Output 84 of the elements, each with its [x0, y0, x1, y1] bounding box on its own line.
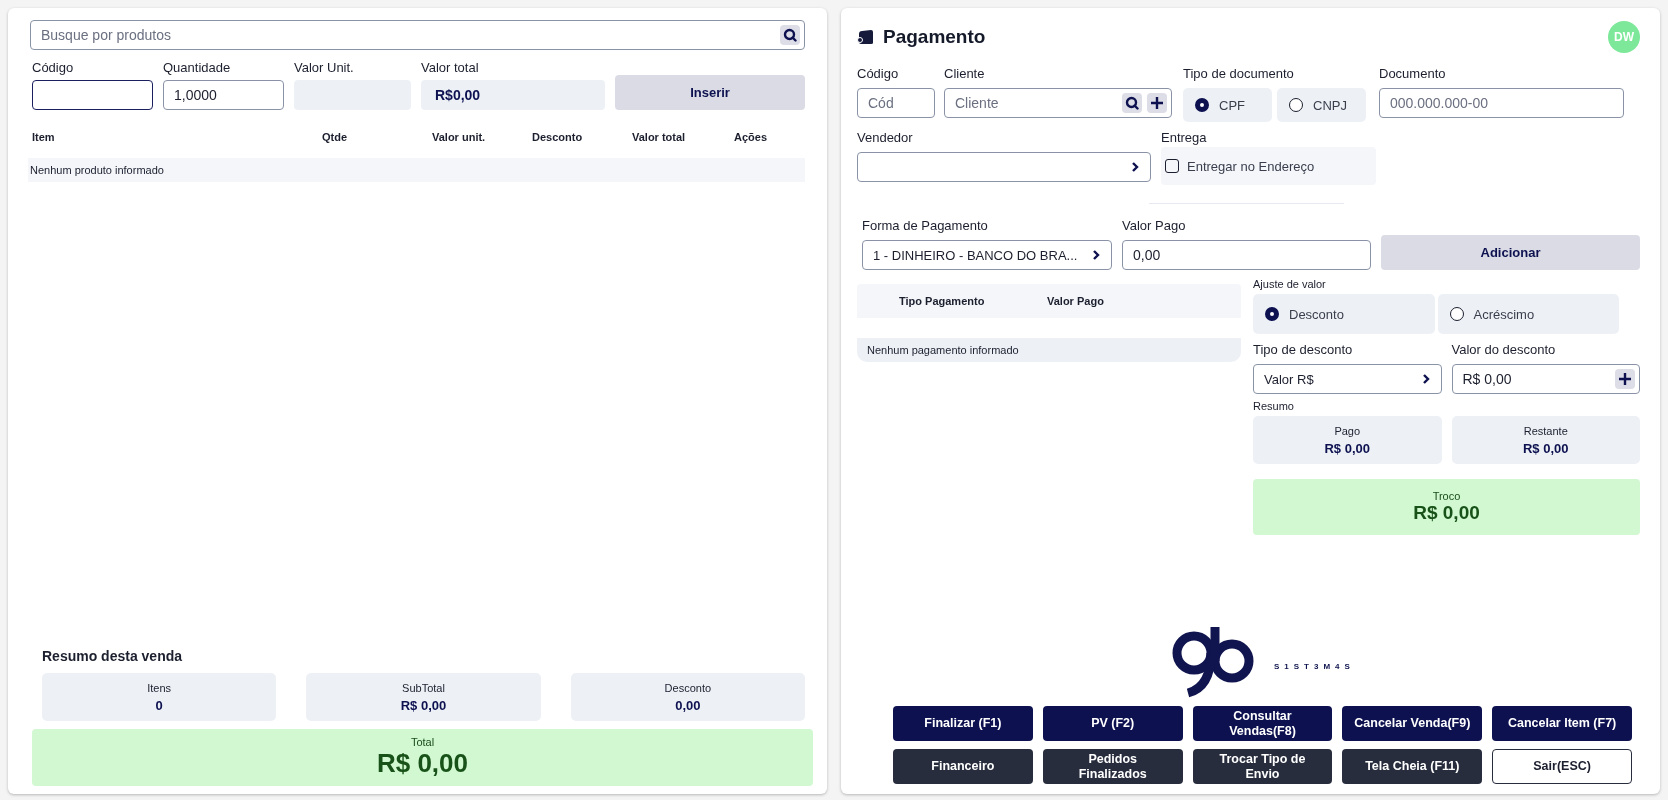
checkbox[interactable] [1165, 159, 1179, 173]
action-button[interactable]: Trocar Tipo de Envio [1192, 749, 1333, 784]
search-icon[interactable] [1125, 96, 1139, 110]
action-button[interactable]: Pedidos Finalizados [1042, 749, 1183, 784]
summary-label: Restante [1523, 424, 1568, 437]
radio-option[interactable]: Desconto [1253, 294, 1435, 334]
plus-icon[interactable] [1150, 96, 1164, 110]
column-header: Valor unit. [432, 131, 487, 143]
discount-value-field[interactable]: R$ 0,00 [1451, 364, 1640, 394]
section-title: Resumo desta venda [42, 648, 184, 664]
chevron-icon [1091, 249, 1101, 261]
summary-label: Itens [147, 681, 172, 694]
action-button[interactable]: PV (F2) [1042, 706, 1183, 741]
field-label: Forma de Pagamento [862, 218, 989, 233]
summary-label: SubTotal [402, 681, 445, 694]
column-header: Qtde [322, 131, 349, 143]
radio-button[interactable] [1449, 307, 1464, 321]
field-label: Tipo de documento [1183, 66, 1295, 81]
field-label: Valor Unit. [294, 60, 355, 75]
field-label: Entrega [1161, 130, 1208, 145]
chevron-icon [1420, 373, 1431, 385]
input-field[interactable]: 1,0000 [163, 80, 284, 110]
field-label: Vendedor [857, 130, 914, 145]
summary-value: 0,00 [675, 697, 701, 713]
total-label: Total [410, 736, 435, 748]
column-header: Ações [734, 131, 769, 143]
field-label: Documento [1379, 66, 1447, 81]
column-header: Tipo Pagamento [899, 295, 986, 307]
seller-select[interactable] [857, 152, 1151, 182]
radio-button[interactable] [1265, 307, 1279, 321]
column-header: Valor total [632, 131, 687, 143]
summary-label: Desconto [664, 681, 712, 694]
empty-table-message: Nenhum produto informado [28, 158, 805, 182]
radio-button[interactable] [1289, 98, 1303, 112]
field-label: Cliente [944, 66, 986, 81]
radio-option[interactable]: Acréscimo [1437, 294, 1619, 334]
action-button[interactable]: Financeiro [893, 749, 1033, 784]
field-label: Valor total [421, 60, 480, 75]
column-header: Valor Pago [1047, 295, 1104, 307]
plus-icon[interactable] [1618, 372, 1632, 386]
field-label: Tipo de desconto [1253, 342, 1354, 357]
discount-type-select[interactable]: Valor R$ [1253, 364, 1442, 394]
input-field[interactable] [32, 80, 153, 110]
action-button[interactable]: Cancelar Item (F7) [1492, 706, 1632, 741]
payment-method-select[interactable]: 1 - DINHEIRO - BANCO DO BRA... [862, 240, 1112, 270]
field-label: Código [32, 60, 75, 75]
add-button[interactable]: Adicionar [1381, 235, 1640, 270]
field-label: Código [857, 66, 900, 81]
field-label: Valor Pago [1122, 218, 1187, 233]
field-label: Ajuste de valor [1253, 278, 1327, 290]
action-button[interactable]: Consultar Vendas(F8) [1192, 706, 1333, 741]
change-label: Troco [1432, 490, 1461, 502]
panel-title: Pagamento [883, 26, 986, 48]
delivery-option[interactable]: Entregar no Endereço [1161, 147, 1376, 185]
column-header: Item [32, 131, 56, 143]
empty-table-message: Nenhum pagamento informado [857, 338, 1241, 362]
summary-label: Pago [1334, 424, 1361, 437]
document-field[interactable]: 000.000.000-00 [1379, 88, 1624, 118]
summary-value: R$ 0,00 [400, 697, 447, 713]
search-icon[interactable] [783, 28, 797, 42]
summary-value: R$ 0,00 [1522, 440, 1569, 456]
amount-field[interactable]: 0,00 [1122, 240, 1371, 270]
summary-value: 0 [155, 697, 163, 713]
product-search-field[interactable]: Busque por produtos [30, 20, 805, 50]
total-value: R$ 0,00 [376, 748, 469, 779]
radio-button[interactable] [1195, 98, 1209, 112]
insert-button[interactable]: Inserir [615, 75, 805, 110]
field-label: Valor do desconto [1451, 342, 1557, 357]
column-header: Desconto [532, 131, 584, 143]
field-label: Resumo [1253, 400, 1295, 412]
change-value: R$ 0,00 [1413, 502, 1480, 524]
radio-option[interactable]: CPF [1183, 88, 1272, 122]
action-button[interactable]: Cancelar Venda(F9) [1342, 706, 1483, 741]
code-field[interactable]: Cód [857, 88, 935, 118]
chevron-icon [1130, 161, 1140, 173]
action-button[interactable]: Sair(ESC) [1492, 749, 1632, 784]
wallet-icon [857, 29, 875, 45]
readonly-field: R$0,00 [421, 80, 605, 110]
field-label: Quantidade [163, 60, 232, 75]
action-button[interactable]: Tela Cheia (F11) [1342, 749, 1483, 784]
radio-option[interactable]: CNPJ [1277, 88, 1366, 122]
action-button[interactable]: Finalizar (F1) [893, 706, 1033, 741]
summary-value: R$ 0,00 [1324, 440, 1370, 456]
brand-tagline: S1ST3M4S [1274, 661, 1355, 671]
